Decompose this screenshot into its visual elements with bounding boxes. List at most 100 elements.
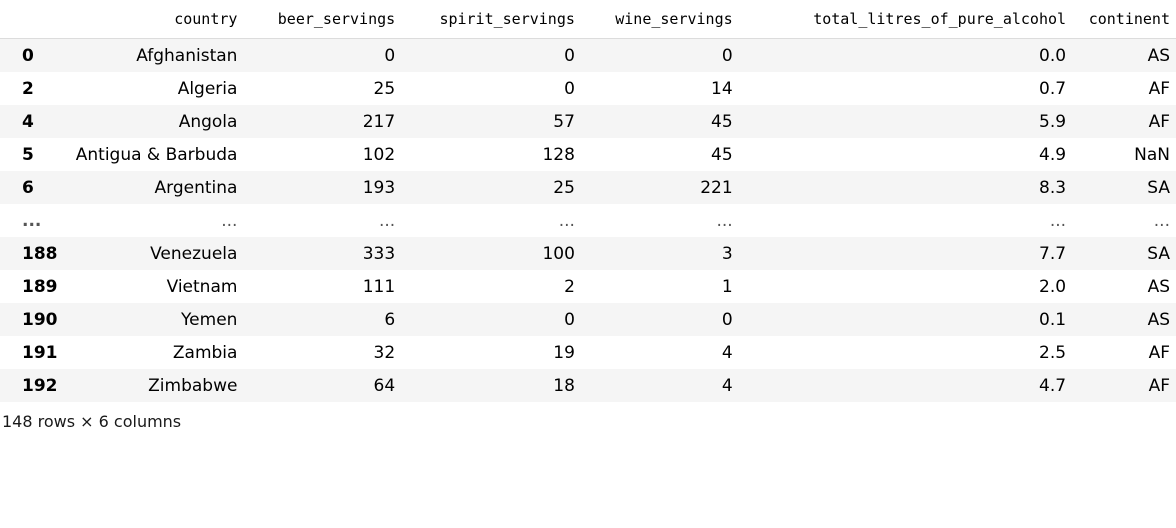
table-cell: ... <box>716 210 733 231</box>
table-cell: AS <box>1147 45 1170 66</box>
table-cell: 45 <box>711 144 733 165</box>
table-body: 0 Afghanistan 0 0 0 0.0 AS 2 Algeria 25 0 14 0.7 AF 4 A… <box>0 38 1176 402</box>
table-cell: SA <box>1147 177 1170 198</box>
column-header-total-litres-of-pure-alcohol: total_litres_of_pure_alcohol <box>738 0 1073 39</box>
table-cell: 128 <box>542 144 575 165</box>
table-cell: ... <box>221 210 238 231</box>
table-row: 188 Venezuela 333 100 3 7.7 SA <box>0 237 1176 270</box>
table-cell: AF <box>1148 111 1170 132</box>
table-cell: 32 <box>373 342 396 363</box>
table-cell: 0.1 <box>1039 309 1067 330</box>
table-cell: AF <box>1148 78 1170 99</box>
table-cell: 221 <box>700 177 733 198</box>
table-row: 189 Vietnam 111 2 1 2.0 AS <box>0 270 1176 303</box>
table-cell: Zimbabwe <box>148 375 238 396</box>
row-index: 190 <box>22 309 58 330</box>
table-cell: 333 <box>362 243 396 264</box>
table-cell: 8.3 <box>1039 177 1067 198</box>
table-cell: 2 <box>564 276 575 297</box>
table-cell: SA <box>1147 243 1170 264</box>
table-row: 192 Zimbabwe 64 18 4 4.7 AF <box>0 369 1176 402</box>
table-cell: 0 <box>564 78 575 99</box>
table-cell: AS <box>1147 309 1170 330</box>
row-index: 5 <box>22 144 34 165</box>
dataframe-output: country beer_servings spirit_servings wine_… <box>0 0 1176 431</box>
table-cell: 57 <box>553 111 575 132</box>
table-row: 0 Afghanistan 0 0 0 0.0 AS <box>0 38 1176 72</box>
table-cell: 0 <box>721 45 733 66</box>
row-index: 6 <box>22 177 34 198</box>
table-cell: 102 <box>362 144 396 165</box>
table-summary: 148 rows × 6 columns <box>2 412 182 431</box>
table-cell: 217 <box>362 111 396 132</box>
table-cell: Yemen <box>181 309 238 330</box>
column-header-beer-servings: beer_servings <box>243 0 402 39</box>
table-cell: 4.9 <box>1039 144 1067 165</box>
table-cell: Zambia <box>172 342 238 363</box>
table-cell: Argentina <box>154 177 238 198</box>
table-cell: ... <box>558 210 575 231</box>
table-cell: 100 <box>542 243 575 264</box>
table-row: 2 Algeria 25 0 14 0.7 AF <box>0 72 1176 105</box>
table-cell: 2.5 <box>1039 342 1067 363</box>
row-index: 192 <box>22 375 58 396</box>
table-cell: 0 <box>564 45 575 66</box>
table-cell: Vietnam <box>166 276 238 297</box>
table-row: 191 Zambia 32 19 4 2.5 AF <box>0 336 1176 369</box>
header-row: country beer_servings spirit_servings wine_… <box>0 0 1176 39</box>
table-row: 6 Argentina 193 25 221 8.3 SA <box>0 171 1176 204</box>
row-index: 0 <box>22 45 34 66</box>
table-cell: AF <box>1148 342 1170 363</box>
table-cell: 2.0 <box>1039 276 1067 297</box>
table-row: 4 Angola 217 57 45 5.9 AF <box>0 105 1176 138</box>
row-index: ... <box>22 210 42 231</box>
row-index: 2 <box>22 78 34 99</box>
table-cell: 25 <box>553 177 575 198</box>
table-row: ..................... <box>0 204 1176 237</box>
table-cell: 18 <box>553 375 575 396</box>
row-index: 4 <box>22 111 34 132</box>
column-header-wine-servings: wine_servings <box>580 0 739 39</box>
column-header-country: country <box>63 0 244 39</box>
table-cell: 1 <box>721 276 733 297</box>
table-cell: 5.9 <box>1039 111 1067 132</box>
column-header-index <box>0 0 64 39</box>
table-cell: 4 <box>721 375 733 396</box>
table-cell: ... <box>1049 210 1067 231</box>
row-index: 189 <box>22 276 58 297</box>
table-cell: 4.7 <box>1039 375 1067 396</box>
table-cell: Angola <box>178 111 238 132</box>
table-cell: 6 <box>384 309 396 330</box>
table-cell: Afghanistan <box>136 45 238 66</box>
table-cell: 0 <box>564 309 575 330</box>
table-cell: ... <box>378 210 396 231</box>
table-cell: Algeria <box>177 78 238 99</box>
row-index: 191 <box>22 342 58 363</box>
table-cell: 4 <box>721 342 733 363</box>
table-cell: 45 <box>711 111 733 132</box>
table-cell: Antigua & Barbuda <box>75 144 238 165</box>
table-cell: 3 <box>721 243 733 264</box>
table-cell: 64 <box>373 375 396 396</box>
table-cell: 0.7 <box>1039 78 1067 99</box>
table-cell: 0 <box>721 309 733 330</box>
table-cell: 111 <box>362 276 396 297</box>
table-cell: ... <box>1153 210 1170 231</box>
table-cell: 7.7 <box>1039 243 1067 264</box>
row-index: 188 <box>22 243 58 264</box>
table-header: country beer_servings spirit_servings wine_… <box>0 0 1176 39</box>
table-cell: AS <box>1147 276 1170 297</box>
table-cell: 193 <box>362 177 396 198</box>
column-header-spirit-servings: spirit_servings <box>401 0 581 39</box>
table-cell: 0.0 <box>1039 45 1067 66</box>
table-row: 5 Antigua & Barbuda 102 128 45 4.9 NaN <box>0 138 1176 171</box>
dataframe-table: country beer_servings spirit_servings wine_… <box>0 0 1176 402</box>
table-row: 190 Yemen 6 0 0 0.1 AS <box>0 303 1176 336</box>
table-cell: 19 <box>553 342 575 363</box>
table-cell: 0 <box>384 45 396 66</box>
table-cell: 14 <box>711 78 733 99</box>
table-cell: NaN <box>1134 144 1170 165</box>
table-cell: 25 <box>373 78 396 99</box>
table-cell: Venezuela <box>150 243 238 264</box>
table-cell: AF <box>1148 375 1170 396</box>
